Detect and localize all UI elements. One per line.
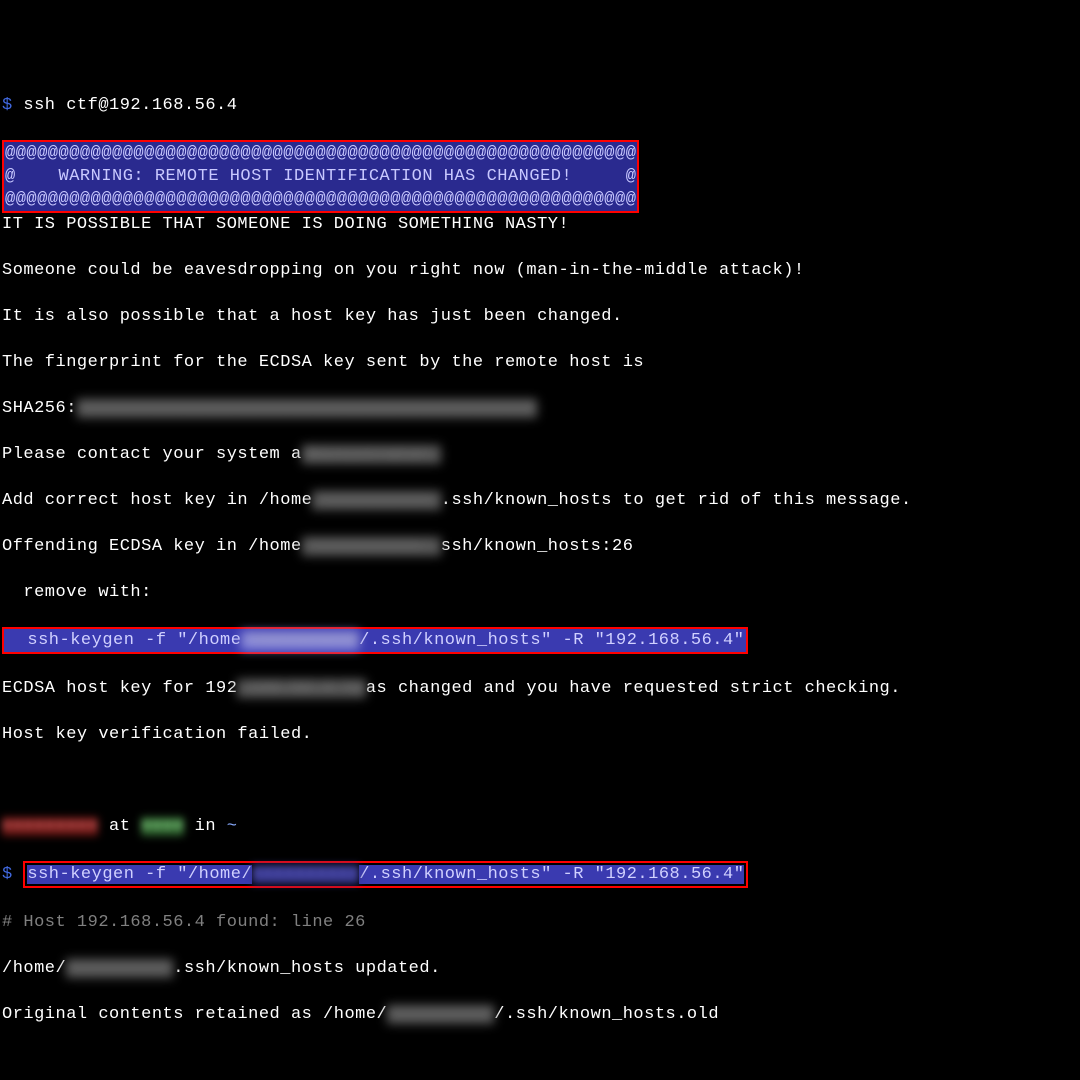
text-fragment: as changed and you have requested strict… xyxy=(366,679,901,698)
cwd-tilde: ~ xyxy=(227,817,238,836)
warning-banner: @@@@@@@@@@@@@@@@@@@@@@@@@@@@@@@@@@@@@@@@… xyxy=(2,140,639,213)
text-fragment: ssh-keygen -f "/home/ xyxy=(27,865,252,884)
redacted-path: /XXXXXXXXXX/ xyxy=(312,491,440,510)
keygen-command-box: ssh-keygen -f "/home/XXXXXXXXXX/.ssh/kno… xyxy=(23,861,748,888)
body-line: The fingerprint for the ECDSA key sent b… xyxy=(2,351,1080,374)
fingerprint-redacted: XXXXXXXXXXXXXXXXXXXXXXXXXXXXXXXXXXXXXXXX… xyxy=(77,399,537,418)
text-fragment: ECDSA host key for 192 xyxy=(2,679,237,698)
body-line: Host key verification failed. xyxy=(2,723,1080,746)
body-line: Please contact your system administrator… xyxy=(2,443,1080,466)
ssh-command: ssh ctf@192.168.56.4 xyxy=(23,96,237,115)
body-line: ECDSA host key for 192.168.56.4 haas cha… xyxy=(2,677,1080,700)
redacted-path: XXXXXXXXXX xyxy=(387,1005,494,1024)
text-fragment: .ssh/known_hosts updated. xyxy=(173,959,441,978)
prompt-context: ■■■■■■■■■ at ■■■■ in ~ xyxy=(2,815,1080,838)
user-redacted: ■■■■■■■■■ xyxy=(2,817,98,836)
prompt-dollar: $ xyxy=(2,96,13,115)
redacted: dministrator. xyxy=(302,445,441,464)
prompt-line-2[interactable]: $ ssh-keygen -f "/home/XXXXXXXXXX/.ssh/k… xyxy=(2,861,1080,888)
body-line: Offending ECDSA key in /home/XXXXXXXXXX/… xyxy=(2,535,1080,558)
in-word: in xyxy=(184,817,227,836)
text-fragment: Please contact your system a xyxy=(2,445,302,464)
warn-message: @ WARNING: REMOTE HOST IDENTIFICATION HA… xyxy=(5,167,636,186)
blank-line xyxy=(2,769,1080,792)
output-line: /home/XXXXXXXXXX.ssh/known_hosts updated… xyxy=(2,957,1080,980)
body-line: It is also possible that a host key has … xyxy=(2,305,1080,328)
sha-label: SHA256: xyxy=(2,399,77,418)
redacted: .168.56.4 ha xyxy=(237,679,365,698)
text-fragment: ssh-keygen -f "/home xyxy=(6,631,241,650)
text-fragment: Original contents retained as /home/ xyxy=(2,1005,387,1024)
text-fragment: /home/ xyxy=(2,959,66,978)
body-line: Add correct host key in /home/XXXXXXXXXX… xyxy=(2,489,1080,512)
text-fragment: /.ssh/known_hosts" -R "192.168.56.4" xyxy=(359,865,744,884)
keygen-suggestion-box: ssh-keygen -f "/home/XXXXXXXXXX/.ssh/kno… xyxy=(2,627,748,654)
redacted-path: XXXXXXXXXX xyxy=(66,959,173,978)
keygen-suggestion-line: ssh-keygen -f "/home/XXXXXXXXXX/.ssh/kno… xyxy=(2,627,1080,654)
body-line: IT IS POSSIBLE THAT SOMEONE IS DOING SOM… xyxy=(2,213,1080,236)
body-line: Someone could be eavesdropping on you ri… xyxy=(2,259,1080,282)
warn-border-bot: @@@@@@@@@@@@@@@@@@@@@@@@@@@@@@@@@@@@@@@@… xyxy=(5,190,636,209)
redacted-path: XXXXXXXXXX xyxy=(252,865,359,884)
output-line: Original contents retained as /home/XXXX… xyxy=(2,1003,1080,1026)
redacted-path: /XXXXXXXXXX xyxy=(241,631,359,650)
at-word: at xyxy=(98,817,141,836)
warn-border-top: @@@@@@@@@@@@@@@@@@@@@@@@@@@@@@@@@@@@@@@@… xyxy=(5,144,636,163)
text-fragment: /.ssh/known_hosts.old xyxy=(494,1005,719,1024)
text-fragment: /.ssh/known_hosts" -R "192.168.56.4" xyxy=(359,631,744,650)
prompt-dollar: $ xyxy=(2,865,13,884)
body-line: remove with: xyxy=(2,581,1080,604)
host-redacted: ■■■■ xyxy=(141,817,184,836)
output-line: # Host 192.168.56.4 found: line 26 xyxy=(2,911,1080,934)
prompt-line-1[interactable]: $ ssh ctf@192.168.56.4 xyxy=(2,94,1080,117)
text-fragment: .ssh/known_hosts to get rid of this mess… xyxy=(441,491,912,510)
text-fragment: Add correct host key in /home xyxy=(2,491,312,510)
body-line: SHA256:XXXXXXXXXXXXXXXXXXXXXXXXXXXXXXXXX… xyxy=(2,397,1080,420)
